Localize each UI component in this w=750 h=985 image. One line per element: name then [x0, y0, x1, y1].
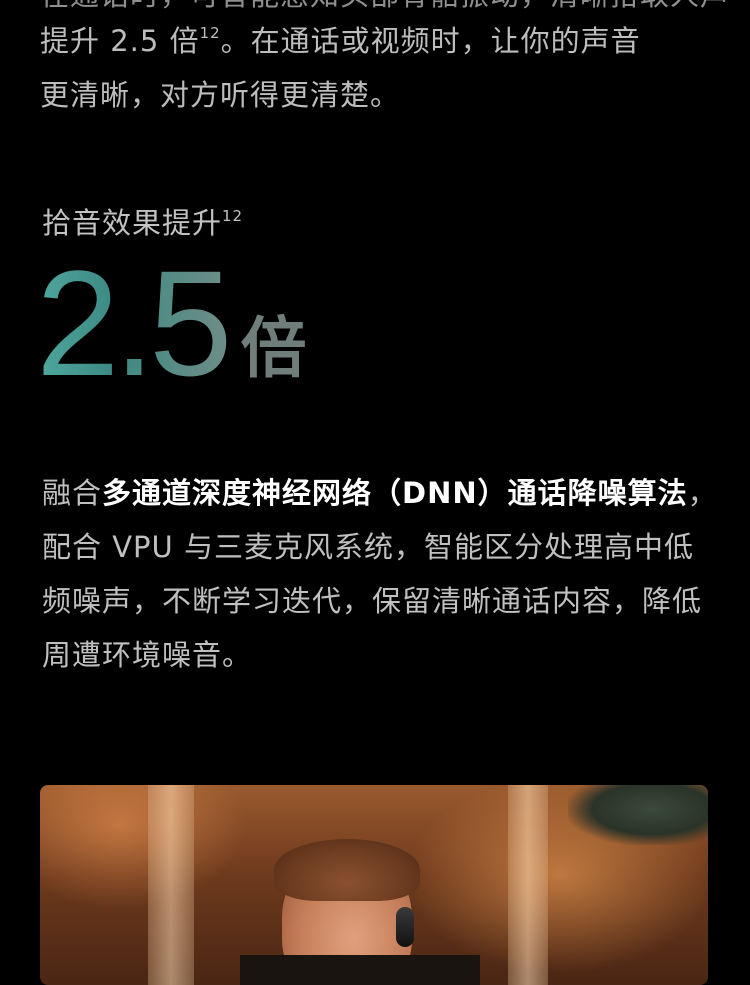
lifestyle-photo	[40, 785, 708, 985]
photo-person-hair	[274, 839, 420, 901]
description-emphasis: 多通道深度神经网络（DNN）通话降噪算法	[102, 476, 688, 510]
intro-paragraph: 在通话时，可智能感知头部骨骼振动，清晰拾取人声 提升 2.5 倍12。在通话或视…	[40, 0, 729, 122]
photo-pillar-left	[148, 785, 194, 985]
footnote-ref: 12	[199, 24, 221, 42]
stat-number: 2.5	[36, 239, 233, 407]
photo-tree	[568, 785, 708, 845]
stat-label: 拾音效果提升12	[42, 200, 243, 242]
intro-line-1-prefix: 提升 2.5 倍	[40, 24, 200, 58]
intro-line-1-suffix: 。在通话或视频时，让你的声音	[220, 24, 641, 58]
earbud-icon	[396, 907, 414, 947]
description-paragraph: 融合多通道深度神经网络（DNN）通话降噪算法，配合 VPU 与三麦克风系统，智能…	[42, 466, 722, 682]
intro-line-1: 提升 2.5 倍12。在通话或视频时，让你的声音	[40, 14, 720, 68]
stat-value: 2.5 倍	[36, 238, 307, 398]
stat-label-text: 拾音效果提升	[42, 206, 223, 240]
intro-line-2: 更清晰，对方听得更清楚。	[40, 78, 401, 112]
photo-pillar-right	[508, 785, 548, 985]
intro-partial-line: 在通话时，可智能感知头部骨骼振动，清晰拾取人声	[40, 0, 730, 22]
stat-footnote-ref: 12	[222, 207, 244, 225]
stat-unit: 倍	[240, 310, 307, 387]
description-lead: 融合	[42, 476, 103, 510]
